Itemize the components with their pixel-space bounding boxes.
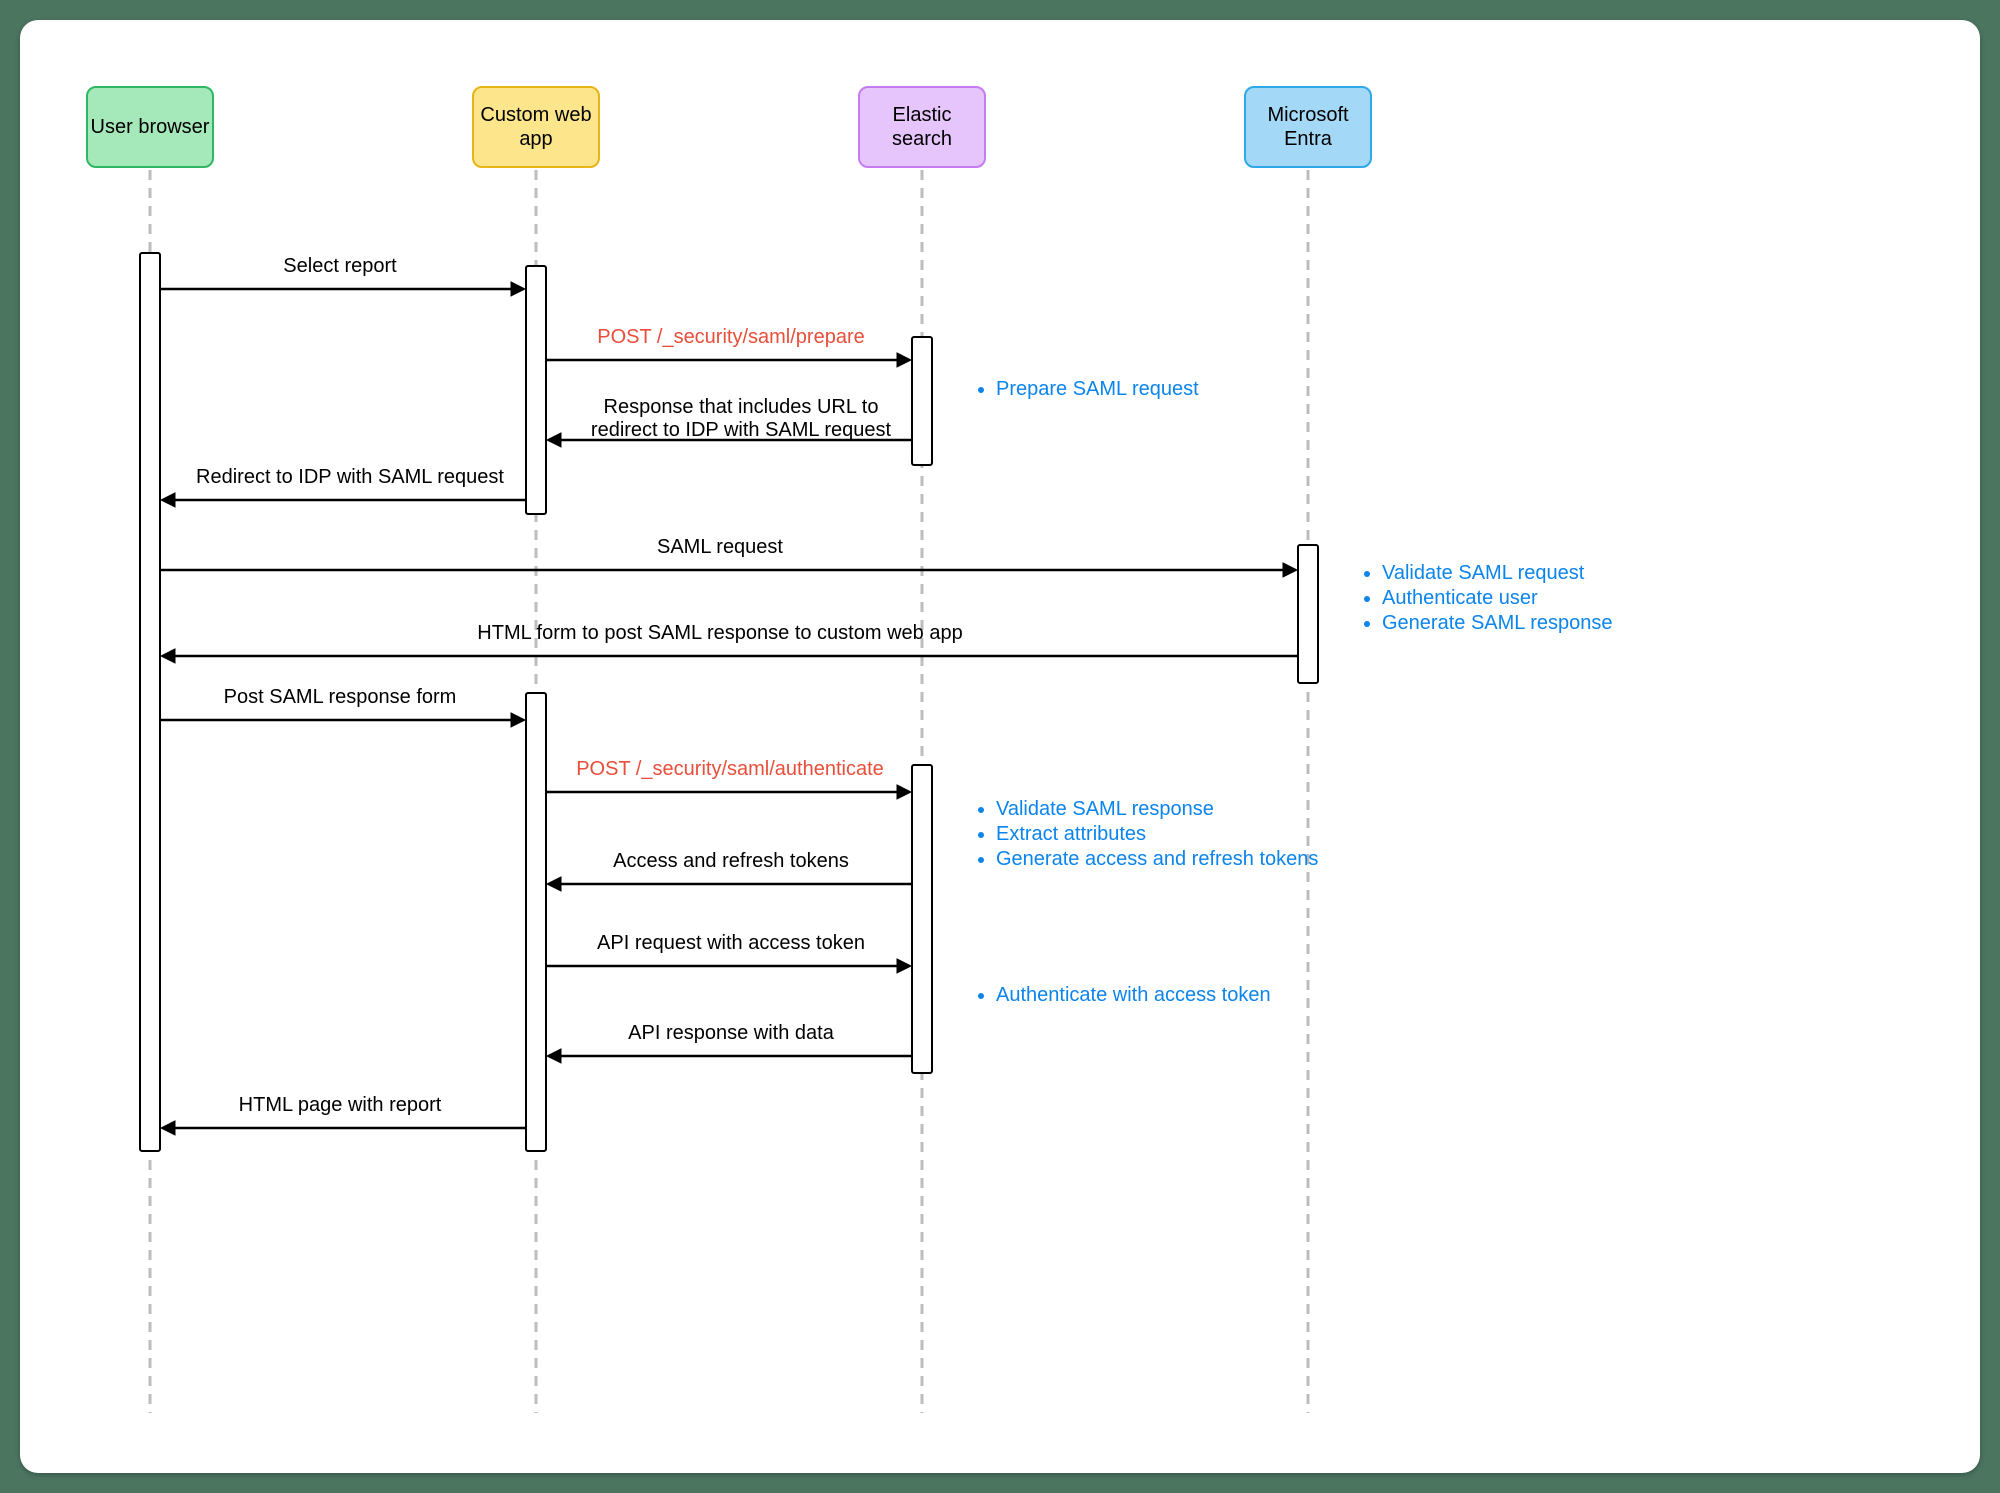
msg-api-req: API request with access token — [576, 932, 886, 955]
note-entra-item-1: Validate SAML request — [1382, 562, 1613, 585]
arrow-tokens — [547, 876, 911, 892]
note-auth-token: Authenticate with access token — [970, 982, 1271, 1009]
activation-entra — [1297, 544, 1319, 684]
note-prepare-item: Prepare SAML request — [996, 378, 1199, 401]
arrow-saml-prepare — [547, 352, 911, 368]
arrow-select-report — [161, 281, 525, 297]
note-auth-token-item: Authenticate with access token — [996, 984, 1271, 1007]
msg-api-res: API response with data — [576, 1022, 886, 1045]
activation-elastic-1 — [911, 336, 933, 466]
msg-prepare-response: Response that includes URL to redirect t… — [576, 396, 906, 442]
note-entra-item-3: Generate SAML response — [1382, 612, 1613, 635]
arrow-report-page — [161, 1120, 525, 1136]
activation-app-2 — [525, 692, 547, 1152]
note-entra-item-2: Authenticate user — [1382, 587, 1613, 610]
sequence-diagram: User browser Custom web app Elastic sear… — [20, 20, 1980, 1473]
note-entra: Validate SAML request Authenticate user … — [1356, 560, 1613, 637]
msg-select-report: Select report — [200, 255, 480, 278]
activation-app-1 — [525, 265, 547, 515]
arrow-saml-form — [161, 648, 1297, 664]
actor-browser: User browser — [86, 86, 214, 168]
arrow-redirect-idp — [161, 492, 525, 508]
msg-post-saml: Post SAML response form — [190, 686, 490, 709]
msg-saml-prepare: POST /_security/saml/prepare — [566, 326, 896, 349]
activation-elastic-2 — [911, 764, 933, 1074]
diagram-panel: User browser Custom web app Elastic sear… — [20, 20, 1980, 1473]
note-validate: Validate SAML response Extract attribute… — [970, 796, 1318, 873]
msg-saml-form: HTML form to post SAML response to custo… — [400, 622, 1040, 645]
note-prepare: Prepare SAML request — [970, 376, 1199, 403]
arrow-api-req — [547, 958, 911, 974]
lifeline-entra — [1308, 170, 1309, 1413]
msg-saml-auth: POST /_security/saml/authenticate — [550, 758, 910, 781]
msg-report-page: HTML page with report — [200, 1094, 480, 1117]
arrow-saml-auth — [547, 784, 911, 800]
actor-elastic: Elastic search — [858, 86, 986, 168]
arrow-api-res — [547, 1048, 911, 1064]
msg-saml-request: SAML request — [570, 536, 870, 559]
note-validate-item-2: Extract attributes — [996, 823, 1318, 846]
note-validate-item-3: Generate access and refresh tokens — [996, 848, 1318, 871]
msg-redirect-idp: Redirect to IDP with SAML request — [185, 466, 515, 489]
arrow-post-saml — [161, 712, 525, 728]
activation-browser — [139, 252, 161, 1152]
actor-app: Custom web app — [472, 86, 600, 168]
actor-entra: Microsoft Entra — [1244, 86, 1372, 168]
msg-tokens: Access and refresh tokens — [576, 850, 886, 873]
arrow-saml-request — [161, 562, 1297, 578]
note-validate-item-1: Validate SAML response — [996, 798, 1318, 821]
